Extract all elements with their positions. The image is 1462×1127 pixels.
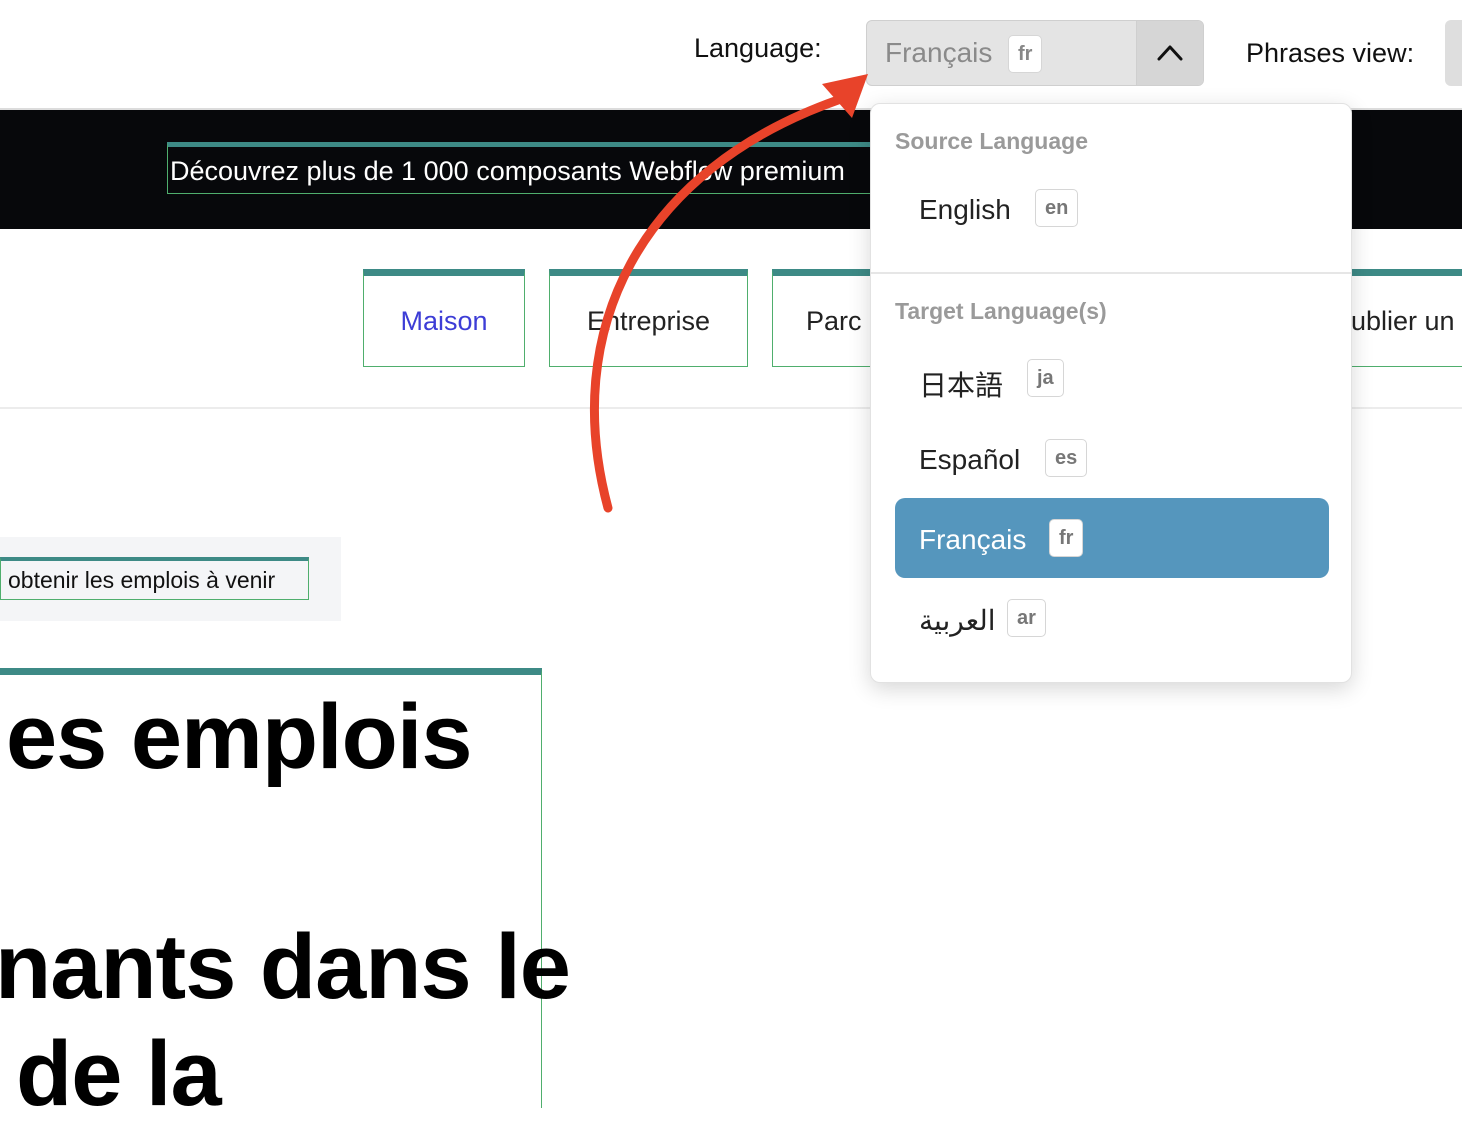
phrases-view-select[interactable] — [1445, 20, 1462, 86]
option-code-badge: ar — [1007, 599, 1046, 637]
source-language-title: Source Language — [895, 128, 1088, 154]
language-select[interactable]: Français fr — [866, 20, 1204, 86]
banner-text[interactable]: Découvrez plus de 1 000 composants Webfl… — [167, 142, 907, 194]
option-label: English — [919, 194, 1011, 225]
phrases-view-label: Phrases view: — [1246, 38, 1415, 68]
chevron-up-icon — [1157, 45, 1183, 61]
option-label: 日本語 — [919, 370, 1004, 401]
hero-heading-line-3: de la — [16, 1023, 222, 1125]
language-label: Language: — [694, 33, 822, 63]
selected-language-value: Français — [885, 37, 993, 68]
option-english[interactable]: English en — [895, 168, 1329, 248]
nav-item-maison[interactable]: Maison — [363, 269, 525, 367]
option-code-badge: en — [1035, 189, 1079, 227]
option-spanish[interactable]: Español es — [895, 418, 1329, 498]
option-code-badge: fr — [1049, 519, 1084, 557]
selected-language-code-badge: fr — [1008, 35, 1043, 73]
option-label: العربية — [919, 605, 996, 636]
hero-heading-line-1: es emplois — [6, 686, 473, 788]
hero-tagline[interactable]: obtenir les emplois à venir — [0, 557, 309, 600]
option-japanese[interactable]: 日本語 ja — [895, 338, 1329, 418]
nav-item-entreprise[interactable]: Entreprise — [549, 269, 748, 367]
target-language-title: Target Language(s) — [895, 298, 1107, 324]
option-arabic[interactable]: العربية ar — [895, 578, 1329, 658]
hero-heading-line-2: nants dans le — [0, 916, 571, 1018]
option-french-selected[interactable]: Français fr — [895, 498, 1329, 578]
option-label: Español — [919, 444, 1021, 475]
option-label: Français — [919, 524, 1027, 555]
option-code-badge: ja — [1027, 359, 1064, 397]
select-toggle[interactable] — [1136, 21, 1203, 85]
dropdown-divider — [871, 272, 1351, 274]
option-code-badge: es — [1045, 439, 1088, 477]
language-dropdown-menu: Source Language English en Target Langua… — [870, 103, 1352, 683]
